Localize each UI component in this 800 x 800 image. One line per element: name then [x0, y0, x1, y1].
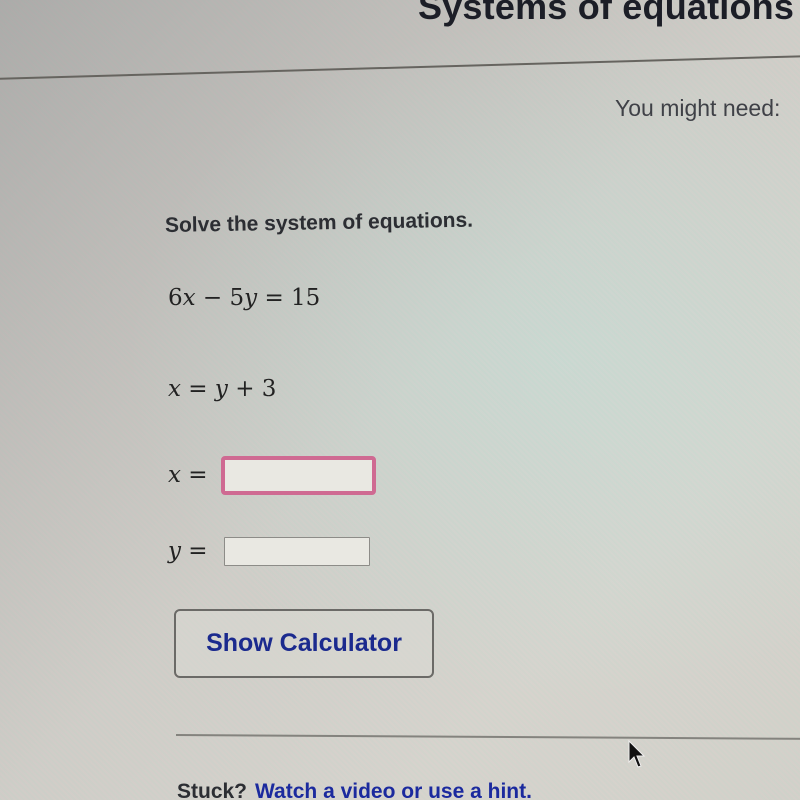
equation-1-minus: − 5 [195, 285, 245, 311]
x-answer-equals: = [180, 462, 208, 488]
equation-1-coef: 6 [168, 285, 183, 311]
y-answer-var: y [168, 538, 181, 564]
equation-2-equals: = [180, 376, 215, 402]
equation-2-var-y: y [214, 376, 228, 402]
equation-1-rhs: = 15 [257, 285, 321, 311]
mouse-pointer-icon [628, 740, 646, 768]
page-title: Systems of equations [418, 0, 795, 27]
might-need-label: You might need: [615, 95, 781, 121]
equation-1-var-y: y [244, 285, 258, 311]
x-answer-var: x [168, 462, 181, 488]
stuck-row: Stuck? Watch a video or use a hint. [177, 780, 532, 800]
x-answer-input[interactable] [221, 456, 376, 495]
video-hint-link[interactable]: Watch a video or use a hint. [255, 780, 532, 800]
equation-1: 6x − 5y = 15 [168, 285, 320, 311]
equation-2: x = y + 3 [168, 376, 276, 402]
header-divider [0, 54, 800, 80]
show-calculator-button[interactable]: Show Calculator [174, 609, 434, 678]
stuck-label: Stuck? [177, 780, 248, 800]
y-answer-equals: = [181, 538, 208, 564]
equation-2-rhs: + 3 [227, 376, 277, 402]
equation-2-var-x: x [168, 376, 181, 402]
x-answer-label: x = [168, 462, 208, 488]
question-prompt: Solve the system of equations. [164, 208, 474, 237]
y-answer-label: y = [168, 538, 208, 564]
equation-1-var-x: x [182, 285, 196, 311]
footer-divider [175, 734, 800, 740]
y-answer-input[interactable] [224, 537, 370, 566]
